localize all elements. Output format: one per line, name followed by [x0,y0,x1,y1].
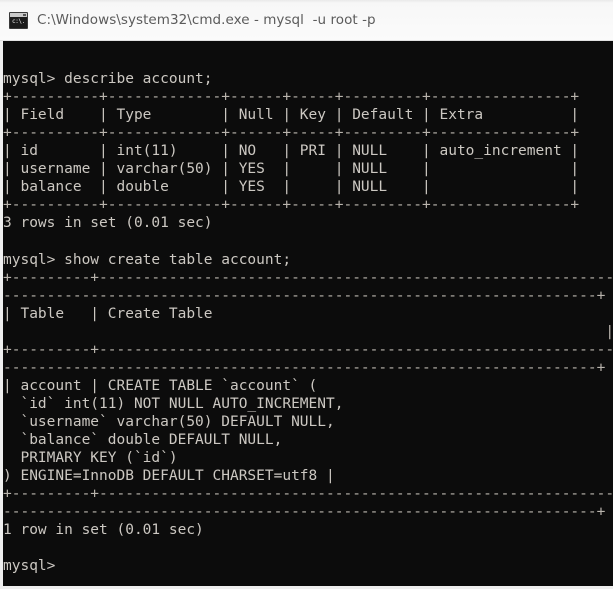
terminal-line: mysql> describe account; [3,71,213,88]
terminal-line: +----------+-------------+------+-----+-… [3,89,580,106]
window-title: C:\Windows\system32\cmd.exe - mysql -u r… [37,12,376,28]
cmd-console-icon: c:\. [9,11,28,29]
terminal-line: +---------+-----------------------------… [3,341,613,358]
terminal-line: | Table | Create Table [3,305,213,322]
terminal-line: mysql> show create table account; [3,251,292,268]
terminal-line: | id | int(11) | NO | PRI | NULL | auto_… [3,143,580,160]
terminal-line: PRIMARY KEY (`id`) [3,450,178,467]
terminal-line: +----------+-------------+------+-----+-… [3,125,580,142]
terminal-line: +----------+-------------+------+-----+-… [3,197,580,214]
terminal-line: | account | CREATE TABLE `account` ( [3,377,318,394]
terminal-text-buffer: mysql> describe account; +----------+----… [3,41,613,575]
terminal-line: | balance | double | YES | | NULL | | [3,179,580,196]
terminal-screen[interactable]: mysql> describe account; +----------+----… [3,41,613,586]
terminal-line: ----------------------------------------… [3,504,606,521]
terminal-line: | username | varchar(50) | YES | | NULL … [3,161,580,178]
terminal-frame: mysql> describe account; +----------+----… [0,41,613,589]
terminal-line: ----------------------------------------… [3,287,606,304]
terminal-line: ) ENGINE=InnoDB DEFAULT CHARSET=utf8 | [3,468,335,485]
terminal-line: `username` varchar(50) DEFAULT NULL, [3,413,335,430]
cmd-window: c:\. C:\Windows\system32\cmd.exe - mysql… [0,0,613,589]
window-titlebar[interactable]: c:\. C:\Windows\system32\cmd.exe - mysql… [0,0,613,41]
terminal-line: ----------------------------------------… [3,359,606,376]
terminal-line: `id` int(11) NOT NULL AUTO_INCREMENT, [3,395,344,412]
terminal-line: `balance` double DEFAULT NULL, [3,431,283,448]
terminal-line: | Field | Type | Null | Key | Default | … [3,107,580,124]
icon-titlebar-strip [10,12,27,17]
terminal-line: 3 rows in set (0.01 sec) [3,215,213,232]
terminal-line: 1 row in set (0.01 sec) [3,522,204,539]
terminal-line: | [3,323,613,340]
terminal-line: +---------+-----------------------------… [3,486,613,503]
icon-prompt-label: c:\. [12,17,25,25]
terminal-line: +---------+-----------------------------… [3,269,613,286]
terminal-line: mysql> [3,558,56,575]
